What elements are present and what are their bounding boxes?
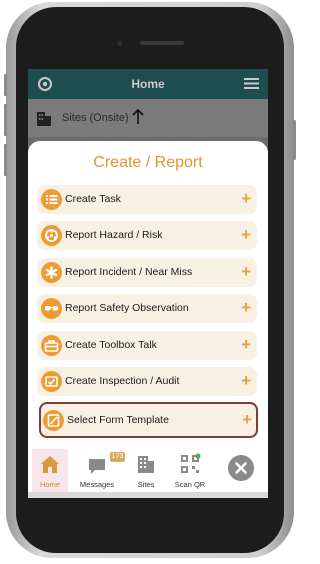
app-header: Home [28, 69, 268, 99]
close-icon [235, 462, 247, 474]
create-report-sheet: Create / Report Create Task + Report Haz… [28, 141, 268, 492]
item-label: Report Hazard / Risk [65, 229, 163, 241]
item-label: Report Incident / Near Miss [65, 266, 193, 278]
list-icon [41, 189, 62, 210]
select-form-template-item[interactable]: Select Form Template + [39, 402, 258, 438]
create-task-item[interactable]: Create Task + [37, 185, 257, 214]
home-icon [41, 456, 59, 473]
screen-bottom-edge [28, 492, 268, 498]
page-title: Home [131, 77, 165, 91]
nav-sites[interactable]: Sites [128, 449, 164, 492]
sites-filter-bar[interactable]: Sites (Onsite) [28, 99, 268, 137]
create-inspection-item[interactable]: Create Inspection / Audit + [37, 367, 257, 396]
earpiece-speaker [140, 41, 184, 45]
nav-scan-qr[interactable]: Scan QR [172, 449, 208, 492]
power-button [293, 120, 296, 160]
building-icon [37, 112, 51, 126]
plus-icon: + [241, 189, 251, 208]
volume-up-button [4, 74, 7, 96]
arrow-up-icon[interactable] [132, 109, 144, 125]
sheet-title: Create / Report [93, 154, 203, 171]
report-incident-item[interactable]: Report Incident / Near Miss + [37, 258, 257, 287]
incident-icon [41, 262, 62, 283]
app-screen: Home Sites (Onsite) Create / Report Crea… [28, 69, 268, 492]
qr-code-icon [181, 453, 201, 473]
item-label: Create Task [65, 193, 121, 205]
form-icon [43, 410, 64, 431]
hamburger-menu-icon[interactable] [244, 77, 259, 90]
bottom-navigation: Home Messages 173 Sites Scan QR [28, 449, 268, 492]
close-button[interactable] [228, 455, 254, 481]
plus-icon: + [241, 371, 251, 390]
nav-label: Messages [79, 480, 115, 489]
plus-icon: + [241, 298, 251, 317]
nav-label: Home [39, 480, 60, 489]
item-label: Report Safety Observation [65, 302, 189, 314]
volume-rocker [4, 144, 7, 176]
item-label: Create Toolbox Talk [65, 339, 157, 351]
nav-home[interactable]: Home [32, 449, 68, 492]
plus-icon: + [241, 225, 251, 244]
phone-mockup: Home Sites (Onsite) Create / Report Crea… [0, 0, 301, 564]
report-hazard-item[interactable]: Report Hazard / Risk + [37, 221, 257, 250]
hazard-icon [41, 225, 62, 246]
item-label: Create Inspection / Audit [65, 375, 180, 387]
toolbox-icon [41, 335, 62, 356]
glasses-icon [41, 298, 62, 319]
plus-icon: + [241, 262, 251, 281]
create-toolbox-talk-item[interactable]: Create Toolbox Talk + [37, 331, 257, 360]
building-icon [138, 456, 154, 473]
item-label: Select Form Template [67, 414, 169, 426]
sites-label: Sites (Onsite) [62, 112, 129, 124]
nav-label: Sites [137, 480, 155, 489]
front-camera [117, 41, 122, 46]
messages-badge: 173 [110, 452, 125, 462]
report-safety-observation-item[interactable]: Report Safety Observation + [37, 294, 257, 323]
plus-icon: + [241, 335, 251, 354]
nav-label: Scan QR [174, 480, 206, 489]
inspection-icon [41, 371, 62, 392]
plus-icon: + [242, 410, 252, 429]
chat-icon [89, 459, 105, 474]
volume-down-button [4, 104, 7, 136]
